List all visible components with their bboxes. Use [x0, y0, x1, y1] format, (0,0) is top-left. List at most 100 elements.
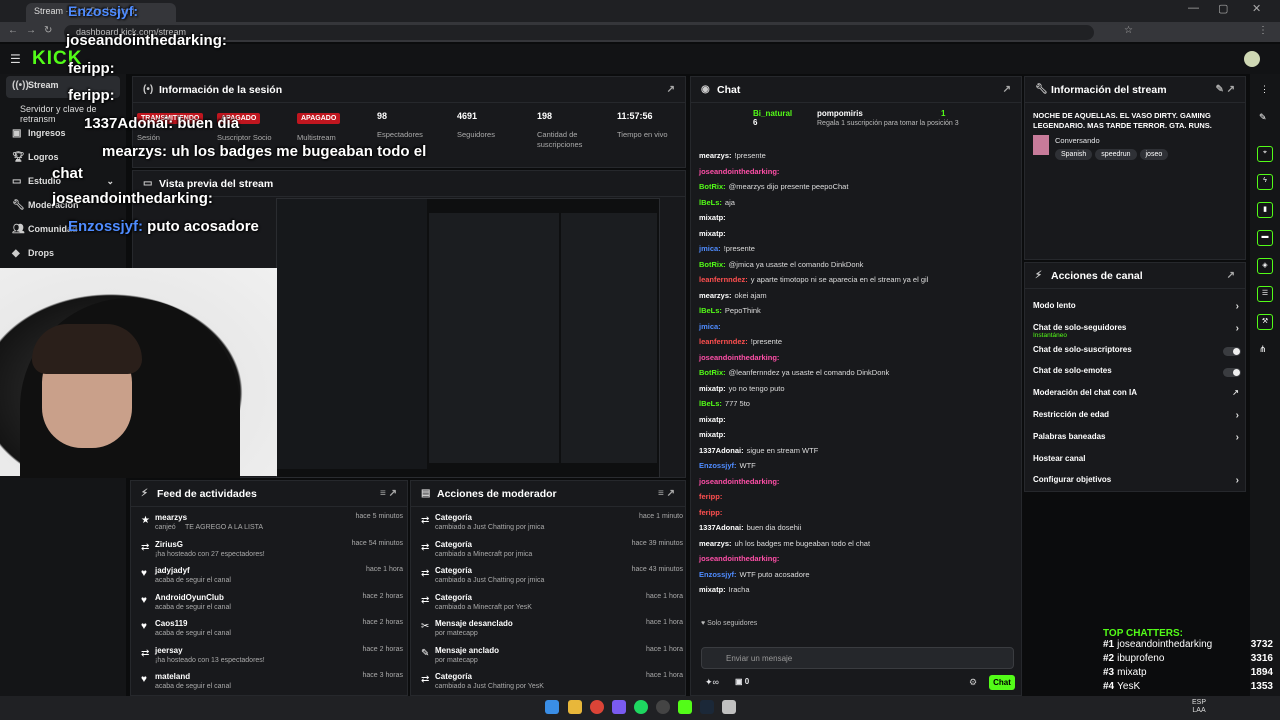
folder-icon[interactable]: [568, 700, 582, 714]
chat-username[interactable]: jmica:: [699, 244, 721, 253]
chat-username[interactable]: 1337Adonai:: [699, 523, 744, 532]
channel-action-row[interactable]: Modo lento ›: [1033, 301, 1241, 323]
language-indicator[interactable]: ESP LAA: [1192, 699, 1206, 715]
list-icon[interactable]: ☰: [1257, 286, 1273, 302]
close-icon[interactable]: ✕: [1252, 2, 1261, 15]
toggle-switch[interactable]: [1223, 368, 1241, 378]
chat-username[interactable]: mixatp:: [699, 430, 726, 439]
pencil-icon[interactable]: ✎: [1259, 112, 1267, 123]
popout-icon[interactable]: ↗: [1003, 84, 1011, 95]
chat-username[interactable]: mixatp:: [699, 585, 726, 594]
chat-username[interactable]: joseandointhedarking:: [699, 477, 779, 486]
chat-username[interactable]: leanfernndez:: [699, 275, 748, 284]
chat-username[interactable]: feripp:: [699, 508, 722, 517]
chat-bubble-icon[interactable]: ▬: [1257, 230, 1273, 246]
chat-username[interactable]: jmica:: [699, 322, 721, 331]
chat-username[interactable]: mixatp:: [699, 384, 726, 393]
chat-username[interactable]: mearzys:: [699, 539, 732, 548]
channel-action-row[interactable]: Chat de solo-emotes: [1033, 366, 1241, 388]
feed-row-name[interactable]: mearzys: [155, 513, 187, 522]
widget-icon[interactable]: ⌖: [1257, 146, 1273, 162]
feed-row-name[interactable]: mateland: [155, 672, 190, 681]
discord-icon[interactable]: [612, 700, 626, 714]
chat-username[interactable]: Enzossjyf:: [699, 461, 737, 470]
spotify-icon[interactable]: [634, 700, 648, 714]
feed-row: ♥ AndroidOyunClub acaba de seguir el canal…: [139, 591, 403, 618]
channel-action-row[interactable]: Chat de solo-suscriptores: [1033, 345, 1241, 367]
chat-username[interactable]: mearzys:: [699, 151, 732, 160]
share-icon[interactable]: ⋔: [1259, 344, 1267, 355]
minimize-icon[interactable]: —: [1188, 2, 1199, 14]
channel-action-row[interactable]: Chat de solo-seguidores Instantáneo ›: [1033, 323, 1241, 345]
avatar[interactable]: [1244, 51, 1260, 67]
tag-chip[interactable]: Spanish: [1055, 149, 1093, 160]
feed-row-name[interactable]: ZiriusG: [155, 540, 183, 549]
chat-username[interactable]: Enzossjyf:: [699, 570, 737, 579]
hamburger-menu-icon[interactable]: ☰: [10, 52, 21, 66]
forward-icon[interactable]: →: [26, 25, 36, 36]
filter-icon[interactable]: ≡ ↗: [658, 488, 675, 499]
chat-username[interactable]: BotRix:: [699, 182, 726, 191]
feed-row-name[interactable]: AndroidOyunClub: [155, 593, 224, 602]
channel-action-row[interactable]: Configurar objetivos ›: [1033, 475, 1241, 497]
chat-send-button[interactable]: Chat: [989, 675, 1015, 690]
popout-icon[interactable]: ↗: [667, 84, 675, 95]
chat-username[interactable]: lBeLs:: [699, 198, 722, 207]
wrench-icon: 🔧︎: [12, 200, 25, 211]
bolt-icon[interactable]: ϟ: [1257, 174, 1273, 190]
sidebar-item-drops[interactable]: ◆ Drops: [6, 244, 120, 266]
chat-username[interactable]: mixatp:: [699, 213, 726, 222]
channel-action-row[interactable]: Palabras baneadas ›: [1033, 432, 1241, 454]
chat-text: sigue en stream WTF: [746, 445, 819, 455]
tag-chip[interactable]: speedrun: [1095, 149, 1137, 160]
popout-icon[interactable]: ↗: [1227, 270, 1235, 281]
browser-menu-icon[interactable]: ⋮: [1258, 25, 1268, 36]
filter-icon[interactable]: ≡ ↗: [380, 488, 397, 499]
chat-username[interactable]: leanfernndez:: [699, 337, 748, 346]
chat-username[interactable]: mearzys:: [699, 291, 732, 300]
gift-prompt[interactable]: Regala 1 suscripción para tomar la posic…: [817, 120, 959, 127]
maximize-icon[interactable]: ▢: [1218, 2, 1228, 15]
toggle-switch[interactable]: [1223, 346, 1241, 356]
feed-row-name[interactable]: Caos119: [155, 619, 187, 628]
top-chatter-name: mixatp: [1117, 667, 1147, 678]
chrome-icon[interactable]: [590, 700, 604, 714]
feed-row-name[interactable]: jeersay: [155, 646, 183, 655]
emote-icon[interactable]: ✦∞: [705, 677, 719, 688]
obs-icon[interactable]: [656, 700, 670, 714]
chat-username[interactable]: joseandointhedarking:: [699, 167, 779, 176]
stream-preview-video[interactable]: [276, 198, 660, 478]
book-icon[interactable]: ▮: [1257, 202, 1273, 218]
steam-icon[interactable]: [700, 700, 714, 714]
app-icon[interactable]: [722, 700, 736, 714]
wrench-icon[interactable]: ⚒: [1257, 314, 1273, 330]
session-stat-followers: 4691 Seguidores: [457, 111, 537, 140]
kick-app-icon[interactable]: [678, 700, 692, 714]
chat-username[interactable]: mixatp:: [699, 415, 726, 424]
chat-username[interactable]: lBeLs:: [699, 306, 722, 315]
chat-bubble-icon: ◉: [701, 84, 710, 95]
modlog-row-name: Categoría: [435, 672, 472, 681]
chat-username[interactable]: BotRix:: [699, 260, 726, 269]
bookmark-star-icon[interactable]: ☆: [1124, 25, 1133, 36]
broadcast-icon[interactable]: ◈: [1257, 258, 1273, 274]
settings-gear-icon[interactable]: ⚙︎: [969, 677, 977, 688]
tag-chip[interactable]: joseo: [1139, 149, 1169, 160]
chat-username[interactable]: BotRix:: [699, 368, 726, 377]
edit-icon[interactable]: ✎ ↗: [1215, 84, 1235, 95]
channel-action-row[interactable]: Restricción de edad ›: [1033, 410, 1241, 432]
feed-row-name[interactable]: jadyjadyf: [155, 566, 190, 575]
reload-icon[interactable]: ↻: [44, 25, 52, 36]
chat-username[interactable]: joseandointhedarking:: [699, 554, 779, 563]
chat-message-input[interactable]: Enviar un mensaje: [701, 647, 1014, 669]
channel-action-row[interactable]: Moderación del chat con IA ↗: [1033, 388, 1241, 410]
chat-username[interactable]: lBeLs:: [699, 399, 722, 408]
chat-username[interactable]: feripp:: [699, 492, 722, 501]
chat-username[interactable]: joseandointhedarking:: [699, 353, 779, 362]
back-icon[interactable]: ←: [8, 25, 18, 36]
chat-username[interactable]: 1337Adonai:: [699, 446, 744, 455]
menu-dots-icon[interactable]: ⋮: [1260, 84, 1269, 95]
channel-action-row[interactable]: Hostear canal: [1033, 454, 1241, 476]
start-icon[interactable]: [545, 700, 559, 714]
chat-username[interactable]: mixatp:: [699, 229, 726, 238]
